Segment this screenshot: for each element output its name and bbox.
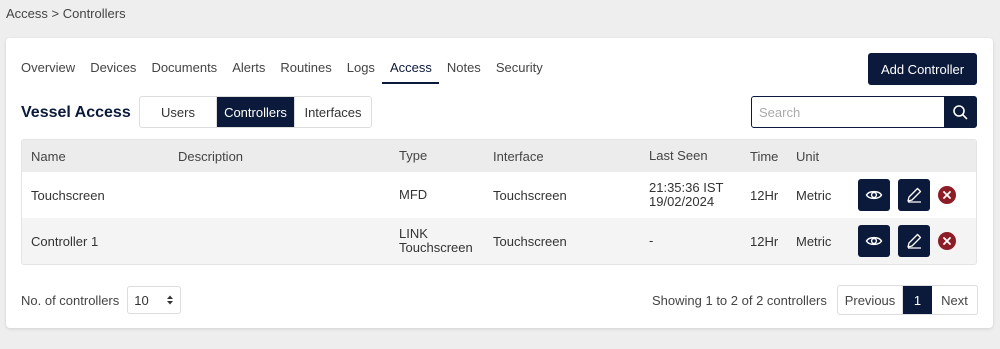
cell-interface: Touchscreen	[493, 233, 567, 249]
cell-name: Touchscreen	[31, 187, 105, 203]
tab-logs[interactable]: Logs	[339, 60, 382, 84]
cell-unit: Metric	[796, 187, 832, 203]
page-size-label: No. of controllers	[21, 292, 120, 308]
cell-interface: Touchscreen	[493, 187, 567, 203]
row-actions	[858, 225, 956, 257]
col-last-seen: Last Seen	[649, 148, 708, 163]
page-size-value: 10	[134, 292, 149, 308]
tab-access[interactable]: Access	[382, 60, 440, 84]
segment-users[interactable]: Users	[140, 97, 217, 127]
page-1-button[interactable]: 1	[903, 286, 932, 314]
edit-button[interactable]	[898, 225, 930, 257]
table-row: Controller 1 LINK Touchscreen Touchscree…	[22, 218, 976, 264]
col-interface: Interface	[493, 148, 544, 164]
cell-last-seen: 21:35:36 IST 19/02/2024	[649, 180, 724, 209]
col-type: Type	[399, 148, 428, 163]
cell-time: 12Hr	[750, 187, 779, 203]
cell-type: LINK Touchscreen	[399, 226, 473, 255]
tab-devices[interactable]: Devices	[83, 60, 144, 84]
col-unit: Unit	[796, 148, 820, 164]
eye-icon	[865, 236, 883, 246]
row-actions	[858, 179, 956, 211]
delete-button[interactable]	[938, 232, 956, 250]
table-row: Touchscreen MFD Touchscreen 21:35:36 IST…	[22, 172, 976, 218]
search-button[interactable]	[944, 97, 976, 127]
tab-notes[interactable]: Notes	[439, 60, 488, 84]
view-button[interactable]	[858, 225, 890, 257]
segment-interfaces[interactable]: Interfaces	[295, 97, 371, 127]
col-description: Description	[178, 148, 244, 164]
segment-controllers[interactable]: Controllers	[217, 97, 295, 127]
search-input[interactable]	[752, 97, 944, 127]
eye-icon	[865, 190, 883, 200]
controllers-table: Name Description Type Interface Last See…	[21, 139, 977, 265]
view-toggle: Users Controllers Interfaces	[139, 96, 372, 128]
cell-last-seen: -	[649, 233, 654, 248]
breadcrumb: Access > Controllers	[6, 6, 126, 21]
pagination: Previous 1 Next	[837, 285, 978, 315]
search-box	[751, 96, 977, 128]
cell-time: 12Hr	[750, 233, 779, 249]
tab-routines[interactable]: Routines	[273, 60, 339, 84]
tab-documents[interactable]: Documents	[144, 60, 225, 84]
pencil-icon	[907, 187, 922, 203]
tab-bar: Overview Devices Documents Alerts Routin…	[21, 60, 550, 84]
page-size-control: No. of controllers 10	[21, 286, 182, 314]
col-time: Time	[750, 148, 779, 164]
view-button[interactable]	[858, 179, 890, 211]
showing-count: Showing 1 to 2 of 2 controllers	[652, 293, 827, 308]
pencil-icon	[907, 233, 922, 249]
edit-button[interactable]	[898, 179, 930, 211]
previous-button[interactable]: Previous	[838, 286, 903, 314]
sort-arrows-icon	[167, 295, 174, 305]
tab-alerts[interactable]: Alerts	[225, 60, 273, 84]
search-icon	[953, 105, 968, 120]
cell-name: Controller 1	[31, 233, 99, 249]
cell-type: MFD	[399, 187, 428, 202]
next-button[interactable]: Next	[932, 286, 977, 314]
table-header: Name Description Type Interface Last See…	[22, 140, 976, 172]
delete-icon	[943, 237, 951, 245]
delete-button[interactable]	[938, 186, 956, 204]
cell-unit: Metric	[796, 233, 832, 249]
tab-overview[interactable]: Overview	[21, 60, 83, 84]
main-card: Overview Devices Documents Alerts Routin…	[6, 38, 993, 328]
page-title: Vessel Access	[21, 104, 131, 121]
add-controller-button[interactable]: Add Controller	[868, 53, 977, 85]
delete-icon	[943, 191, 951, 199]
page-size-select[interactable]: 10	[127, 286, 182, 314]
col-name: Name	[31, 148, 66, 164]
tab-security[interactable]: Security	[488, 60, 550, 84]
